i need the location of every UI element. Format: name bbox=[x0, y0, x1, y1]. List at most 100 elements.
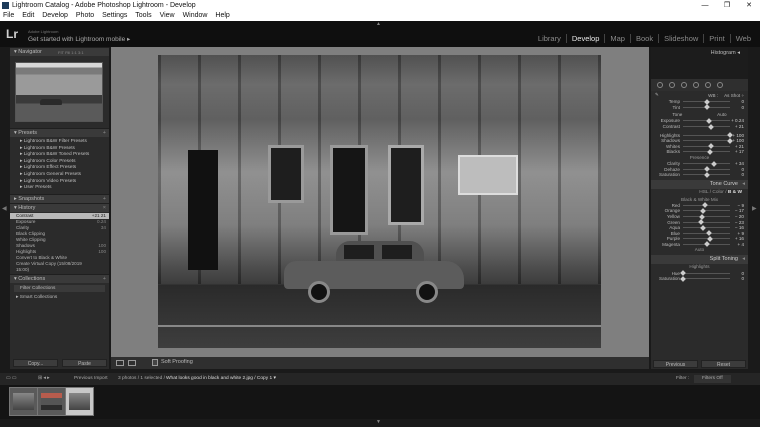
add-preset-icon[interactable]: + bbox=[103, 129, 106, 138]
slider-value[interactable]: 0 bbox=[730, 276, 744, 281]
tone-curve-header[interactable]: Tone Curve ◂ bbox=[651, 179, 748, 189]
right-panel-toggle-icon[interactable]: ▶ bbox=[752, 205, 757, 212]
slider-value[interactable]: − 16 bbox=[730, 225, 744, 230]
menu-window[interactable]: Window bbox=[183, 12, 208, 19]
slider-value[interactable]: − 9 bbox=[730, 203, 744, 208]
filmstrip-thumbnail-selected[interactable] bbox=[65, 387, 94, 416]
module-map[interactable]: Map bbox=[604, 34, 630, 43]
wb-eyedropper-icon[interactable]: ✎ bbox=[655, 92, 659, 98]
slider-handle[interactable] bbox=[703, 171, 710, 178]
slider-value[interactable]: + 21 bbox=[730, 124, 744, 129]
slider-value[interactable]: − 20 bbox=[730, 214, 744, 219]
menu-help[interactable]: Help bbox=[215, 12, 229, 19]
slider-value[interactable]: + 9 bbox=[730, 231, 744, 236]
slider-value[interactable]: + 0.24 bbox=[730, 118, 744, 123]
slider-track[interactable] bbox=[683, 230, 730, 237]
minimize-button[interactable]: — bbox=[694, 0, 716, 11]
menu-tools[interactable]: Tools bbox=[135, 12, 151, 19]
maximize-button[interactable]: ❐ bbox=[716, 0, 738, 11]
wb-select[interactable]: As Shot ÷ bbox=[724, 93, 744, 98]
slider-track[interactable] bbox=[683, 171, 730, 178]
slider-track[interactable] bbox=[683, 219, 730, 225]
slider-track[interactable] bbox=[683, 123, 730, 130]
menu-view[interactable]: View bbox=[160, 12, 175, 19]
color-tab[interactable]: Color bbox=[712, 190, 723, 195]
preset-folder[interactable]: ▸ User Presets bbox=[20, 185, 109, 192]
slider-track[interactable] bbox=[683, 132, 733, 139]
reset-button[interactable]: Reset bbox=[701, 360, 746, 368]
left-panel-toggle-icon[interactable]: ◀ bbox=[2, 205, 7, 212]
slider-track[interactable] bbox=[683, 202, 730, 209]
split-toning-header[interactable]: Split Toning ◂ bbox=[651, 255, 748, 265]
slider-track[interactable] bbox=[683, 137, 733, 144]
navigator-header[interactable]: ▾ Navigator FIT Fill 1:1 3:1 bbox=[10, 47, 109, 56]
red-eye-icon[interactable] bbox=[681, 82, 687, 88]
slider-value[interactable]: 0 bbox=[730, 271, 744, 276]
history-header[interactable]: ▾ History × bbox=[10, 202, 109, 212]
presets-header[interactable]: ▾ Presets + bbox=[10, 128, 109, 137]
filename-dropdown[interactable]: What looks good in black and white 2.jpg… bbox=[166, 373, 276, 385]
bottom-panel-toggle-icon[interactable]: ▼ bbox=[376, 419, 381, 425]
bw-tab[interactable]: B & W bbox=[728, 190, 742, 195]
slider-value[interactable]: + 17 bbox=[730, 149, 744, 154]
adjustment-brush-icon[interactable] bbox=[717, 82, 723, 88]
spot-removal-icon[interactable] bbox=[669, 82, 675, 88]
slider-value[interactable]: 0 bbox=[730, 99, 744, 104]
main-photo[interactable] bbox=[158, 55, 601, 348]
crop-icon[interactable] bbox=[657, 82, 663, 88]
menu-develop[interactable]: Develop bbox=[42, 12, 68, 19]
module-develop[interactable]: Develop bbox=[565, 34, 605, 43]
slider-track[interactable] bbox=[683, 160, 730, 167]
slider-track[interactable] bbox=[683, 166, 730, 172]
histogram[interactable]: Histogram ◂ bbox=[651, 47, 748, 79]
hsl-tab[interactable]: HSL bbox=[699, 190, 708, 195]
module-library[interactable]: Library bbox=[533, 34, 566, 43]
slider-track[interactable] bbox=[683, 104, 730, 111]
module-book[interactable]: Book bbox=[629, 34, 658, 43]
tone-auto-button[interactable]: Auto bbox=[717, 112, 726, 117]
navigator-preview[interactable] bbox=[15, 62, 103, 122]
filter-collections-input[interactable]: Filter Collections bbox=[14, 284, 105, 292]
slider-track[interactable] bbox=[683, 236, 730, 242]
top-panel-toggle-icon[interactable]: ▲ bbox=[376, 21, 381, 27]
graduated-filter-icon[interactable] bbox=[693, 82, 699, 88]
lightroom-mobile-link[interactable]: Get started with Lightroom mobile ▸ bbox=[28, 35, 130, 43]
slider-value[interactable]: + 4 bbox=[730, 242, 744, 247]
filter-select[interactable]: Filters Off bbox=[694, 375, 731, 383]
radial-filter-icon[interactable] bbox=[705, 82, 711, 88]
smart-collections-folder[interactable]: ▸ Smart Collections bbox=[10, 294, 109, 301]
snapshots-header[interactable]: ▸ Snapshots + bbox=[10, 193, 109, 203]
slider-track[interactable] bbox=[683, 98, 730, 105]
slider-track[interactable] bbox=[683, 213, 730, 220]
slider-track[interactable] bbox=[680, 275, 730, 282]
menu-file[interactable]: File bbox=[3, 12, 14, 19]
menu-edit[interactable]: Edit bbox=[22, 12, 34, 19]
slider-track[interactable] bbox=[683, 118, 730, 124]
close-button[interactable]: ✕ bbox=[738, 0, 760, 11]
navigation-arrows-icon[interactable]: ⊞ ◂ ▸ bbox=[38, 373, 50, 385]
history-item[interactable]: Create Virtual Copy (15/08/2019 15:00) bbox=[10, 261, 109, 273]
loupe-view-icon[interactable] bbox=[116, 360, 124, 366]
module-print[interactable]: Print bbox=[703, 34, 729, 43]
preset-folder[interactable]: ▸ Lightroom Effect Presets bbox=[20, 165, 109, 172]
slider-value[interactable]: + 21 bbox=[730, 144, 744, 149]
preset-folder[interactable]: ▸ Lightroom General Presets bbox=[20, 172, 109, 179]
menu-photo[interactable]: Photo bbox=[76, 12, 94, 19]
module-slideshow[interactable]: Slideshow bbox=[658, 34, 703, 43]
slider-value[interactable]: 0 bbox=[730, 105, 744, 110]
slider-track[interactable] bbox=[683, 224, 730, 231]
slider-value[interactable]: + 16 bbox=[730, 236, 744, 241]
soft-proofing-checkbox[interactable] bbox=[152, 359, 158, 366]
slider-track[interactable] bbox=[680, 270, 730, 276]
copy-button[interactable]: Copy... bbox=[13, 359, 58, 367]
slider-value[interactable]: 0 bbox=[730, 172, 744, 177]
slider-handle[interactable] bbox=[680, 275, 686, 282]
grid-view-icon[interactable]: ▭ ▭ bbox=[6, 373, 16, 385]
slider-value[interactable]: 0 bbox=[730, 167, 744, 172]
slider-value[interactable]: − 23 bbox=[730, 220, 744, 225]
previous-button[interactable]: Previous bbox=[653, 360, 698, 368]
filmstrip-thumbnail[interactable] bbox=[9, 387, 38, 416]
slider-track[interactable] bbox=[683, 241, 730, 248]
filmstrip-thumbnail[interactable] bbox=[37, 387, 66, 416]
slider-value[interactable]: − 17 bbox=[730, 208, 744, 213]
